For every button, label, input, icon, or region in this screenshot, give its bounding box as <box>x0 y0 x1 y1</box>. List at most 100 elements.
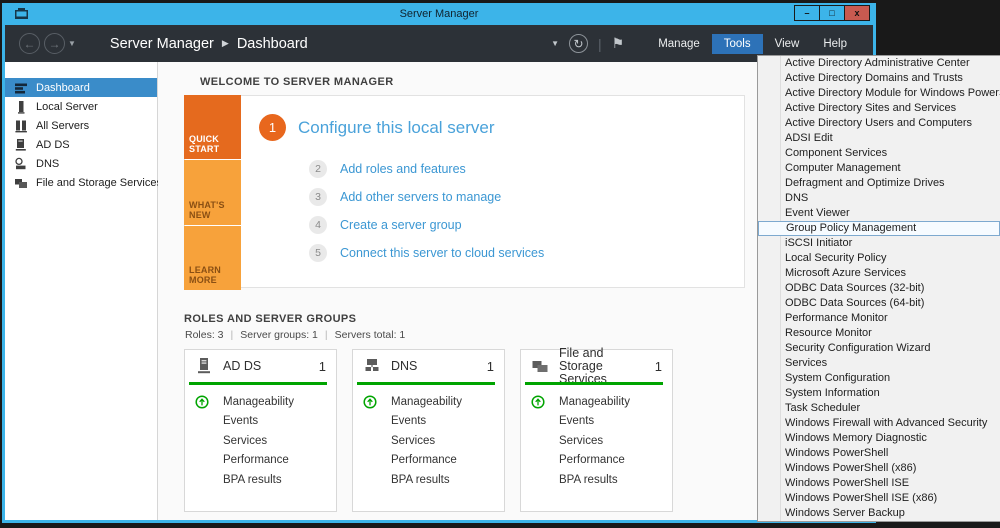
tools-menu-item-group-policy-management[interactable]: Group Policy Management <box>758 221 1000 236</box>
tools-menu-item-iscsi-initiator[interactable]: iSCSI Initiator <box>758 236 1000 251</box>
sidebar-item-dns[interactable]: DNS <box>5 154 157 173</box>
tools-menu-item-component-services[interactable]: Component Services <box>758 146 1000 161</box>
notifications-flag-icon[interactable]: ⚑ <box>612 35 625 52</box>
sidebar-item-ad-ds[interactable]: AD DS <box>5 135 157 154</box>
stats-separator: | <box>324 329 328 341</box>
role-card-header[interactable]: DNS 1 <box>353 350 504 382</box>
menubar-manage[interactable]: Manage <box>646 34 712 54</box>
notifications-caret-icon[interactable]: ▼ <box>551 39 559 48</box>
welcome-tile: QUICK START WHAT'S NEW LEARN MORE 1 Config… <box>184 95 745 290</box>
step-link[interactable]: Connect this server to cloud services <box>340 246 544 260</box>
strip-tab-quick-start[interactable]: QUICK START <box>184 95 241 160</box>
manageability-status-icon <box>531 395 545 409</box>
metric-bpa-results[interactable]: BPA results <box>521 470 672 490</box>
role-card-header[interactable]: AD DS 1 <box>185 350 336 382</box>
quickstart-step-4[interactable]: 4 Create a server group <box>309 216 462 234</box>
tools-menu-item-dns[interactable]: DNS <box>758 191 1000 206</box>
role-card-header[interactable]: File and Storage Services 1 <box>521 346 672 385</box>
tools-menu-item-task-scheduler[interactable]: Task Scheduler <box>758 401 1000 416</box>
status-rule <box>525 382 663 385</box>
server-count: 1 <box>654 358 662 374</box>
step-link[interactable]: Add roles and features <box>340 162 466 176</box>
tools-menu-item-active-directory-sites-and-services[interactable]: Active Directory Sites and Services <box>758 101 1000 116</box>
tools-menu-item-active-directory-module-for-windows-powershell[interactable]: Active Directory Module for Windows Powe… <box>758 86 1000 101</box>
minimize-button[interactable]: – <box>794 5 820 21</box>
step-number-badge: 5 <box>309 244 327 262</box>
metric-services[interactable]: Services <box>353 431 504 451</box>
tools-menu-item-event-viewer[interactable]: Event Viewer <box>758 206 1000 221</box>
step-number-badge: 3 <box>309 188 327 206</box>
quickstart-step-3[interactable]: 3 Add other servers to manage <box>309 188 501 206</box>
refresh-icon[interactable]: ↻ <box>569 34 588 53</box>
sidebar: Dashboard Local Server All Servers AD DS… <box>5 62 172 520</box>
metric-events[interactable]: Events <box>353 412 504 432</box>
breadcrumb-current[interactable]: Dashboard <box>237 36 308 52</box>
tools-menu-item-security-configuration-wizard[interactable]: Security Configuration Wizard <box>758 341 1000 356</box>
menubar-help[interactable]: Help <box>811 34 859 54</box>
metric-manageability[interactable]: Manageability <box>185 392 336 412</box>
step-link[interactable]: Create a server group <box>340 218 462 232</box>
titlebar[interactable]: Server Manager – □ x <box>2 3 876 25</box>
breadcrumb-root[interactable]: Server Manager <box>110 36 214 52</box>
status-rule <box>189 382 327 385</box>
toolbar-divider: | <box>598 35 602 52</box>
metric-performance[interactable]: Performance <box>521 451 672 471</box>
tools-menu-item-active-directory-users-and-computers[interactable]: Active Directory Users and Computers <box>758 116 1000 131</box>
tools-menu-item-odbc-data-sources-32-bit[interactable]: ODBC Data Sources (32-bit) <box>758 281 1000 296</box>
metric-bpa-results[interactable]: BPA results <box>353 470 504 490</box>
sidebar-item-file-and-storage-services[interactable]: File and Storage Services ▷ <box>5 173 172 192</box>
tools-menu-item-services[interactable]: Services <box>758 356 1000 371</box>
menubar-view[interactable]: View <box>763 34 812 54</box>
tools-menu-item-microsoft-azure-services[interactable]: Microsoft Azure Services <box>758 266 1000 281</box>
stat-1: Server groups: 1 <box>240 329 318 341</box>
metric-manageability[interactable]: Manageability <box>353 392 504 412</box>
tools-menu-item-windows-firewall-with-advanced-security[interactable]: Windows Firewall with Advanced Security <box>758 416 1000 431</box>
maximize-button[interactable]: □ <box>819 5 845 21</box>
back-button[interactable]: ← <box>19 33 40 54</box>
quickstart-step-2[interactable]: 2 Add roles and features <box>309 160 466 178</box>
metric-manageability[interactable]: Manageability <box>521 392 672 412</box>
tools-menu-item-system-configuration[interactable]: System Configuration <box>758 371 1000 386</box>
tools-menu-item-performance-monitor[interactable]: Performance Monitor <box>758 311 1000 326</box>
quickstart-step-1[interactable]: 1 Configure this local server <box>259 114 495 141</box>
tools-menu-item-windows-powershell-ise-x86[interactable]: Windows PowerShell ISE (x86) <box>758 491 1000 506</box>
tools-menu-item-local-security-policy[interactable]: Local Security Policy <box>758 251 1000 266</box>
quickstart-step-5[interactable]: 5 Connect this server to cloud services <box>309 244 544 262</box>
sidebar-item-all-servers[interactable]: All Servers <box>5 116 157 135</box>
strip-tab-learn-more[interactable]: LEARN MORE <box>184 225 241 290</box>
tools-menu-item-windows-powershell[interactable]: Windows PowerShell <box>758 446 1000 461</box>
history-caret-icon[interactable]: ▼ <box>68 39 76 48</box>
forward-button[interactable]: → <box>44 33 65 54</box>
sidebar-item-local-server[interactable]: Local Server <box>5 97 157 116</box>
sidebar-item-dashboard[interactable]: Dashboard <box>5 78 157 97</box>
tools-menu-item-active-directory-administrative-center[interactable]: Active Directory Administrative Center <box>758 56 1000 71</box>
menubar-tools[interactable]: Tools <box>711 33 763 54</box>
metric-services[interactable]: Services <box>521 431 672 451</box>
metric-events[interactable]: Events <box>185 412 336 432</box>
server-manager-window: Server Manager – □ x ← → ▼ Server Manage… <box>2 3 876 523</box>
step-link[interactable]: Add other servers to manage <box>340 190 501 204</box>
welcome-strip: QUICK START WHAT'S NEW LEARN MORE <box>184 95 241 290</box>
metric-performance[interactable]: Performance <box>185 451 336 471</box>
tools-menu-item-windows-powershell-x86[interactable]: Windows PowerShell (x86) <box>758 461 1000 476</box>
window-title: Server Manager <box>399 8 479 20</box>
step-link[interactable]: Configure this local server <box>298 118 495 138</box>
role-card-file-and-storage-services: File and Storage Services 1 Manageabilit… <box>520 346 673 512</box>
tools-menu-item-defragment-and-optimize-drives[interactable]: Defragment and Optimize Drives <box>758 176 1000 191</box>
metric-events[interactable]: Events <box>521 412 672 432</box>
metric-bpa-results[interactable]: BPA results <box>185 470 336 490</box>
tools-menu-item-windows-powershell-ise[interactable]: Windows PowerShell ISE <box>758 476 1000 491</box>
tools-menu-item-system-information[interactable]: System Information <box>758 386 1000 401</box>
roles-stats: Roles: 3 | Server groups: 1 | Servers total:… <box>185 329 405 341</box>
tools-menu-item-odbc-data-sources-64-bit[interactable]: ODBC Data Sources (64-bit) <box>758 296 1000 311</box>
tools-menu-item-active-directory-domains-and-trusts[interactable]: Active Directory Domains and Trusts <box>758 71 1000 86</box>
tools-menu-item-adsi-edit[interactable]: ADSI Edit <box>758 131 1000 146</box>
metric-services[interactable]: Services <box>185 431 336 451</box>
close-button[interactable]: x <box>844 5 870 21</box>
tools-menu-item-windows-memory-diagnostic[interactable]: Windows Memory Diagnostic <box>758 431 1000 446</box>
tools-menu-item-computer-management[interactable]: Computer Management <box>758 161 1000 176</box>
tools-menu-item-windows-server-backup[interactable]: Windows Server Backup <box>758 506 1000 521</box>
strip-tab-what-s-new[interactable]: WHAT'S NEW <box>184 160 241 225</box>
tools-menu-item-resource-monitor[interactable]: Resource Monitor <box>758 326 1000 341</box>
metric-performance[interactable]: Performance <box>353 451 504 471</box>
